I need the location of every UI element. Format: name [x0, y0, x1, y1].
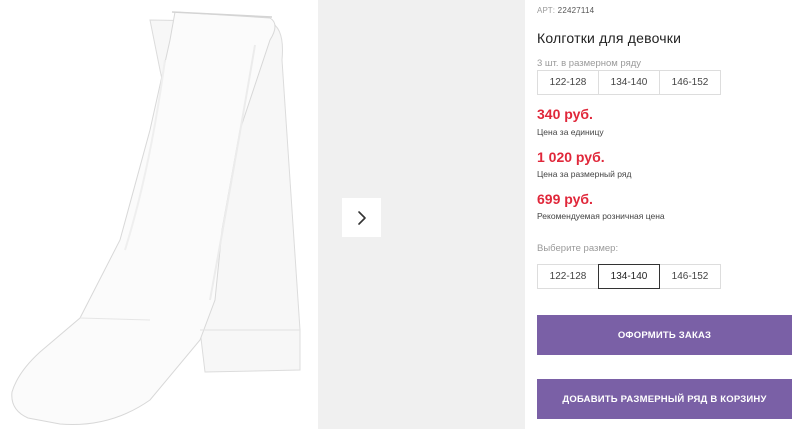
article-number: 22427114: [557, 6, 595, 15]
product-title: Колготки для девочки: [537, 30, 682, 46]
retail-price-label: Рекомендуемая розничная цена: [537, 211, 665, 221]
add-pack-to-cart-button[interactable]: ДОБАВИТЬ РАЗМЕРНЫЙ РЯД В КОРЗИНУ: [537, 379, 792, 419]
pack-size-list: 122-128 134-140 146-152: [537, 70, 721, 95]
next-image-button[interactable]: [342, 198, 381, 237]
unit-price: 340 руб.: [537, 106, 593, 122]
pack-size-item: 122-128: [537, 70, 599, 95]
article-label: АРТ:: [537, 6, 556, 15]
product-info: АРТ: 22427114 Колготки для девочки 3 шт.…: [537, 0, 800, 429]
chevron-right-icon: [357, 210, 366, 225]
tights-image: [11, 11, 301, 425]
pack-label: 3 шт. в размерном ряду: [537, 58, 642, 69]
pack-size-item: 134-140: [598, 70, 660, 95]
size-option-146-152[interactable]: 146-152: [659, 264, 721, 289]
size-option-122-128[interactable]: 122-128: [537, 264, 599, 289]
unit-price-label: Цена за единицу: [537, 127, 604, 137]
checkout-button[interactable]: ОФОРМИТЬ ЗАКАЗ: [537, 315, 792, 355]
article-code: АРТ: 22427114: [537, 6, 594, 15]
choose-size-label: Выберите размер:: [537, 243, 619, 254]
pack-price-label: Цена за размерный ряд: [537, 169, 632, 179]
product-photo[interactable]: [0, 0, 318, 429]
pack-size-item: 146-152: [659, 70, 721, 95]
pack-price: 1 020 руб.: [537, 149, 605, 165]
size-selector: 122-128 134-140 146-152: [537, 264, 721, 289]
retail-price: 699 руб.: [537, 191, 593, 207]
product-gallery: [0, 0, 525, 429]
size-option-134-140[interactable]: 134-140: [598, 264, 660, 289]
